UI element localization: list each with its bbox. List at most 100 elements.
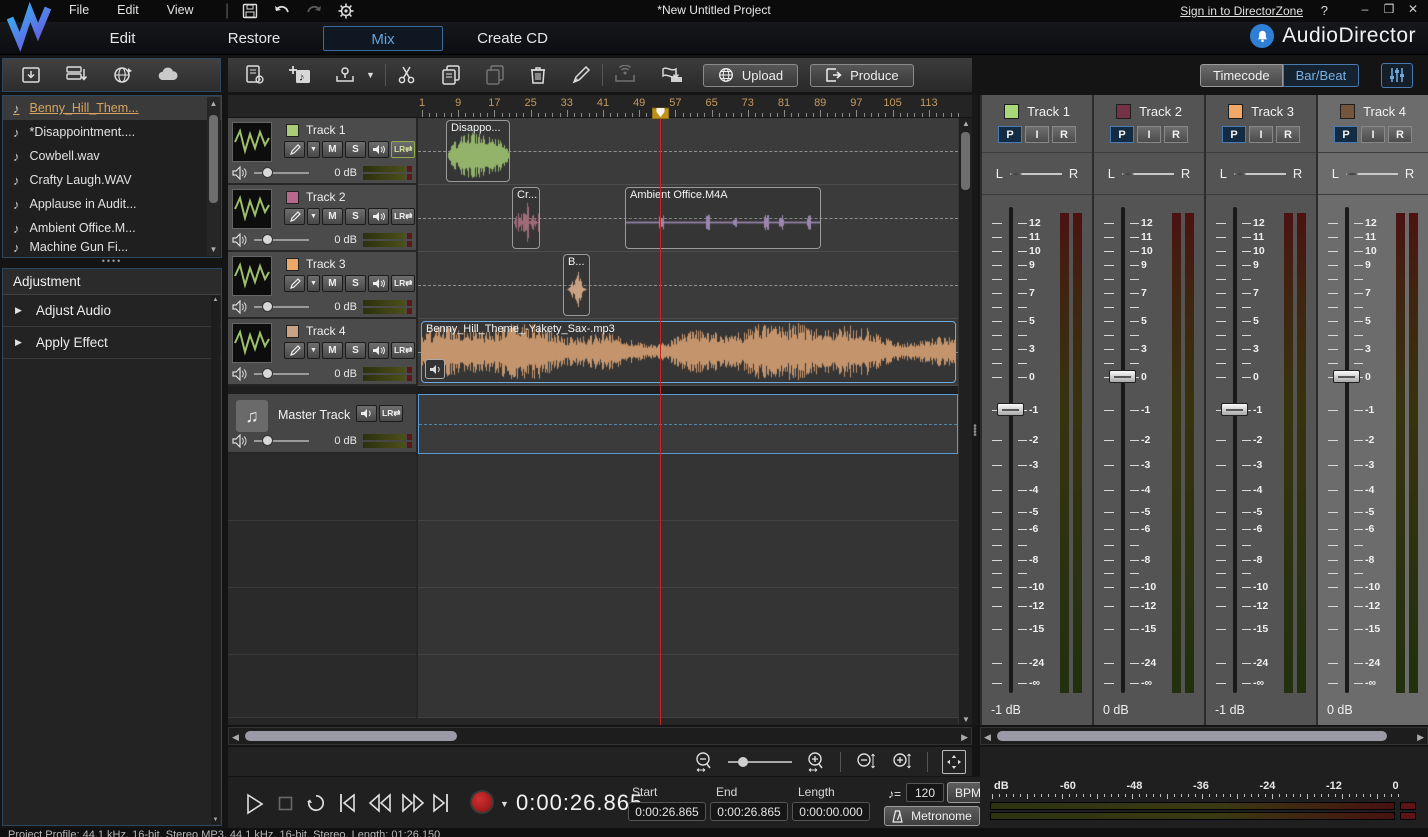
pan-slider[interactable] [1010, 167, 1062, 181]
mixer-splitter-handle[interactable]: •••• [972, 95, 978, 725]
record-arm-dropdown[interactable]: ▼ [307, 275, 320, 292]
mixer-strip-3[interactable]: Track 3PIRLR12111097530-1-2-3-4-5-6-8-10… [1206, 95, 1316, 725]
timeline-hscroll-thumb[interactable] [245, 731, 457, 741]
help-button[interactable]: ? [1321, 3, 1328, 18]
project-settings-icon[interactable] [244, 64, 266, 86]
scroll-down-icon[interactable]: ▼ [211, 817, 220, 823]
fader-handle[interactable] [1333, 370, 1360, 383]
empty-lane-area[interactable] [418, 588, 958, 655]
pen-tool-icon[interactable] [570, 64, 592, 86]
empty-lane-area[interactable] [418, 521, 958, 588]
pan-knob[interactable] [1234, 173, 1246, 175]
r-button[interactable]: R [1164, 126, 1188, 143]
track-lane-2[interactable]: Cr...Ambient Office.M4A [418, 185, 958, 252]
solo-button[interactable]: S [345, 208, 366, 225]
audio-clip[interactable]: Benny_Hill_Theme_-Yakety_Sax-.mp3 [421, 321, 956, 383]
solo-button[interactable]: S [345, 275, 366, 292]
add-music-clip-icon[interactable]: ♪ [288, 64, 312, 86]
time-ruler[interactable]: 191725334149576573818997105113 [228, 95, 972, 118]
r-button[interactable]: R [1388, 126, 1412, 143]
fader-track[interactable] [1233, 207, 1237, 693]
minimize-button[interactable]: – [1354, 2, 1376, 16]
insert-to-track-icon[interactable] [334, 64, 356, 86]
scroll-up-icon[interactable]: ▲ [207, 99, 220, 108]
record-arm-dropdown[interactable]: ▼ [307, 342, 320, 359]
export-audio-icon[interactable] [659, 65, 685, 85]
play-button[interactable] [244, 792, 266, 816]
fader-handle[interactable] [1221, 403, 1248, 416]
save-icon[interactable] [239, 2, 261, 20]
mixer-strip-1[interactable]: Track 1PIRLR12111097530-1-2-3-4-5-6-8-10… [982, 95, 1092, 725]
adjustment-scrollbar[interactable]: ▲ ▼ [211, 296, 220, 824]
i-button[interactable]: I [1025, 126, 1049, 143]
tab-restore[interactable]: Restore [195, 26, 313, 51]
master-track-header[interactable]: ♫Master TrackLR⇄0 dB [228, 394, 416, 454]
playhead-marker[interactable] [652, 106, 669, 119]
empty-lane-area[interactable] [418, 655, 958, 718]
i-button[interactable]: I [1249, 126, 1273, 143]
signin-link[interactable]: Sign in to DirectorZone [1180, 4, 1303, 18]
zoom-in-horizontal-icon[interactable] [806, 751, 826, 773]
p-button[interactable]: P [1334, 126, 1358, 143]
scroll-right-icon[interactable]: ▶ [961, 732, 968, 743]
record-arm-dropdown[interactable]: ▼ [307, 208, 320, 225]
pan-knob[interactable] [1346, 173, 1358, 175]
mute-button[interactable]: M [322, 141, 343, 158]
cloud-icon[interactable] [155, 66, 181, 84]
track-speaker-button[interactable] [368, 275, 389, 292]
lr-channel-button[interactable]: LR⇄ [391, 208, 415, 225]
track-header-3[interactable]: Track 3▼MSLR⇄0 dB [228, 252, 416, 319]
restore-button[interactable]: ❐ [1378, 2, 1400, 16]
pan-knob[interactable] [1122, 173, 1134, 175]
mixer-hscrollbar[interactable]: ◀ ▶ [980, 727, 1428, 745]
close-button[interactable]: ✕ [1402, 2, 1424, 16]
scroll-left-icon[interactable]: ◀ [232, 732, 239, 743]
track-lane-3[interactable]: B... [418, 252, 958, 319]
library-file-row[interactable]: ♪Ambient Office.M... [3, 216, 221, 240]
volume-speaker-icon[interactable] [232, 166, 248, 180]
scroll-up-icon[interactable]: ▲ [211, 297, 220, 303]
volume-slider-knob[interactable] [262, 234, 273, 245]
notification-bell-icon[interactable] [1250, 24, 1274, 48]
p-button[interactable]: P [1222, 126, 1246, 143]
fader-handle[interactable] [997, 403, 1024, 416]
record-arm-button[interactable] [284, 342, 305, 359]
solo-button[interactable]: S [345, 141, 366, 158]
metronome-button[interactable]: Metronome [884, 806, 980, 826]
track-header-2[interactable]: Track 2▼MSLR⇄0 dB [228, 185, 416, 252]
track-speaker-button[interactable] [368, 141, 389, 158]
mixer-strip-4[interactable]: Track 4PIRLR12111097530-1-2-3-4-5-6-8-10… [1318, 95, 1428, 725]
track-speaker-button[interactable] [368, 342, 389, 359]
import-media-icon[interactable] [21, 65, 43, 85]
r-button[interactable]: R [1052, 126, 1076, 143]
adjustment-item-apply-effect[interactable]: ▶Apply Effect [3, 327, 221, 359]
volume-speaker-icon[interactable] [232, 233, 248, 247]
produce-button[interactable]: Produce [810, 64, 913, 87]
record-arm-button[interactable] [284, 275, 305, 292]
volume-slider-knob[interactable] [262, 167, 273, 178]
timeline-vertical-scrollbar[interactable]: ▲ ▼ [958, 118, 972, 725]
mute-button[interactable]: M [322, 208, 343, 225]
directorzone-download-icon[interactable] [111, 65, 133, 85]
end-field[interactable]: 0:00:26.865 [710, 802, 788, 821]
audio-clip[interactable]: Disappo... [446, 120, 510, 182]
barbeat-toggle[interactable]: Bar/Beat [1283, 64, 1360, 87]
length-field[interactable]: 0:00:00.000 [792, 802, 870, 821]
timeline-hscrollbar[interactable]: ◀ ▶ [228, 727, 972, 745]
i-button[interactable]: I [1137, 126, 1161, 143]
volume-slider-knob[interactable] [262, 435, 273, 446]
scroll-up-icon[interactable]: ▲ [959, 119, 973, 128]
zoom-slider[interactable] [728, 755, 792, 769]
mixer-hscroll-thumb[interactable] [997, 731, 1387, 741]
fader-track[interactable] [1345, 207, 1349, 693]
tab-create-cd[interactable]: Create CD [455, 26, 570, 51]
mute-button[interactable]: M [322, 275, 343, 292]
pan-slider[interactable] [1122, 167, 1174, 181]
record-arm-button[interactable] [284, 208, 305, 225]
library-file-row[interactable]: ♪*Disappointment.... [3, 120, 221, 144]
pan-knob[interactable] [1010, 173, 1022, 175]
lr-channel-button[interactable]: LR⇄ [391, 275, 415, 292]
start-field[interactable]: 0:00:26.865 [628, 802, 706, 821]
menu-view[interactable]: View [153, 0, 208, 20]
mixer-strip-2[interactable]: Track 2PIRLR12111097530-1-2-3-4-5-6-8-10… [1094, 95, 1204, 725]
